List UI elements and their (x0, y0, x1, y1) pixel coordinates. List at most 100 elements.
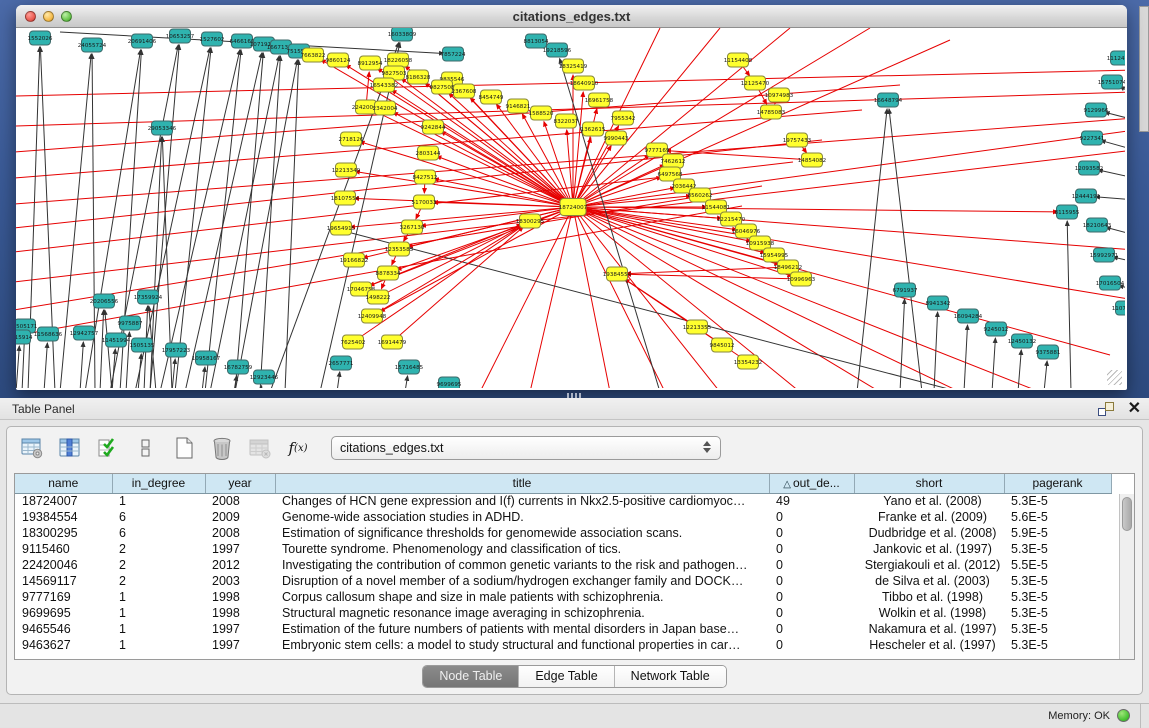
graph-node[interactable]: 16782759 (224, 360, 253, 374)
graph-node[interactable]: 12213355 (683, 320, 712, 334)
column-header-pagerank[interactable]: pagerank (1004, 474, 1111, 493)
graph-node[interactable]: 2657771 (329, 356, 354, 370)
graph-node[interactable]: 8878334 (376, 266, 401, 280)
graph-node[interactable]: 11124735 (1107, 51, 1125, 65)
table-row[interactable]: 946554611997Estimation of the future num… (15, 621, 1111, 637)
graph-node[interactable]: 5170033 (412, 195, 437, 209)
new-column-icon[interactable] (171, 435, 197, 461)
graph-node[interactable]: 16543382 (370, 78, 398, 92)
graph-node-hub[interactable]: 18724007 (559, 199, 588, 216)
graph-node[interactable]: 19757433 (783, 133, 812, 147)
network-graph[interactable]: 1552026240557242069140610653257152760264… (16, 28, 1125, 388)
graph-node[interactable]: 18107554 (331, 191, 360, 205)
graph-node[interactable]: 11568636 (34, 327, 63, 341)
graph-edge[interactable] (567, 130, 573, 207)
graph-node[interactable]: 9375881 (1036, 345, 1061, 359)
graph-edge[interactable] (480, 207, 573, 388)
graph-edge[interactable] (900, 299, 905, 388)
graph-edge[interactable] (530, 207, 573, 388)
graph-node[interactable]: 11451994 (102, 333, 131, 347)
graph-node[interactable]: 19166822 (340, 253, 368, 267)
graph-edge[interactable] (16, 118, 1125, 204)
graph-edge[interactable] (573, 207, 610, 388)
graph-node[interactable]: 19218596 (543, 43, 572, 57)
graph-node[interactable]: 8454749 (479, 90, 504, 104)
graph-edge[interactable] (105, 310, 112, 388)
table-row[interactable]: 2242004622012Investigating the contribut… (15, 557, 1111, 573)
graph-node[interactable]: 2718126 (339, 132, 364, 146)
graph-node[interactable]: 20691406 (128, 34, 157, 48)
graph-node[interactable]: 10653257 (166, 29, 195, 43)
graph-node[interactable]: 10974983 (765, 88, 794, 102)
graph-edge[interactable] (210, 56, 279, 388)
graph-node[interactable]: 12450132 (1008, 334, 1036, 348)
column-header-title[interactable]: title (275, 474, 769, 493)
graph-node[interactable]: 8322037 (554, 114, 579, 128)
graph-node[interactable]: 15992971 (1090, 248, 1119, 262)
graph-edge[interactable] (205, 50, 241, 388)
table-row[interactable]: 1456911722003Disruption of a novel membe… (15, 573, 1111, 589)
graph-node[interactable]: 13354232 (734, 355, 762, 369)
graph-node[interactable]: 7462612 (661, 154, 686, 168)
graph-node[interactable]: 1498222 (366, 290, 391, 304)
graph-node[interactable]: 9245012 (984, 322, 1009, 336)
graph-node[interactable]: 12125470 (741, 76, 770, 90)
graph-node[interactable]: 16914479 (378, 335, 407, 349)
graph-edge[interactable] (138, 354, 141, 388)
graph-edge[interactable] (1044, 361, 1047, 388)
graph-edge[interactable] (16, 346, 19, 388)
graph-edge[interactable] (626, 274, 801, 279)
graph-edge[interactable] (44, 343, 47, 388)
close-panel-icon[interactable]: ✕ (1128, 402, 1141, 416)
table-row[interactable]: 946362711997Embryonic stem cells: a mode… (15, 637, 1111, 653)
delete-icon[interactable] (209, 435, 235, 461)
graph-node[interactable]: 18640910 (570, 76, 599, 90)
table-row[interactable]: 977716911998Corpus callosum shape and si… (15, 589, 1111, 605)
graph-node[interactable]: 17016504 (1096, 276, 1125, 290)
graph-node[interactable]: 8186328 (406, 70, 431, 84)
graph-node[interactable]: 10958167 (192, 351, 221, 365)
graph-node[interactable]: 12923446 (250, 370, 279, 384)
graph-node[interactable]: 9227341 (1080, 131, 1105, 145)
graph-edge[interactable] (405, 376, 408, 388)
show-columns-icon[interactable] (57, 435, 83, 461)
graph-edge[interactable] (573, 207, 1058, 212)
graph-edge[interactable] (992, 338, 995, 388)
graph-node[interactable]: 9845012 (710, 338, 735, 352)
column-header-short[interactable]: short (854, 474, 1004, 493)
graph-node[interactable]: 9146821 (506, 99, 531, 113)
graph-node[interactable]: 12444191 (1072, 189, 1101, 203)
graph-node[interactable]: 1505135 (130, 338, 155, 352)
window-resize-grip[interactable] (1107, 370, 1122, 385)
graph-edge[interactable] (573, 207, 720, 388)
graph-edge[interactable] (172, 359, 175, 388)
graph-node[interactable]: 9242844 (421, 120, 446, 134)
graph-node[interactable]: 3915914 (16, 330, 33, 344)
table-row[interactable]: 1872400712008Changes of HCN gene express… (15, 493, 1111, 509)
graph-node[interactable]: 14785083 (757, 105, 786, 119)
graph-node[interactable]: 1362615 (581, 122, 606, 136)
graph-node[interactable]: 8427512 (413, 170, 438, 184)
graph-node[interactable]: 16094284 (954, 309, 983, 323)
graph-node[interactable]: 1527602 (200, 32, 225, 46)
graph-edge[interactable] (857, 109, 887, 388)
row-pair-icon[interactable] (133, 435, 159, 461)
graph-node[interactable]: 12942757 (70, 326, 99, 340)
graph-edge[interactable] (421, 207, 573, 226)
table-row[interactable]: 911546021997Tourette syndrome. Phenomeno… (15, 541, 1111, 557)
graph-node[interactable]: 7625402 (341, 335, 366, 349)
graph-node[interactable]: 12093582 (1075, 161, 1103, 175)
graph-node[interactable]: 8813054 (524, 34, 549, 48)
graph-edge[interactable] (150, 45, 179, 388)
graph-node[interactable]: 14854082 (798, 153, 826, 167)
graph-node[interactable]: 2803144 (416, 146, 441, 160)
graph-node[interactable]: 7857224 (441, 47, 466, 61)
graph-node[interactable]: 6791937 (893, 283, 918, 297)
graph-node[interactable]: 7955342 (611, 111, 636, 125)
graph-edge[interactable] (202, 367, 205, 388)
tab-edge-table[interactable]: Edge Table (519, 666, 614, 687)
graph-edge[interactable] (80, 342, 83, 388)
tab-node-table[interactable]: Node Table (423, 666, 519, 687)
graph-node[interactable]: 12409948 (358, 309, 387, 323)
graph-node[interactable]: 3267130 (400, 220, 425, 234)
